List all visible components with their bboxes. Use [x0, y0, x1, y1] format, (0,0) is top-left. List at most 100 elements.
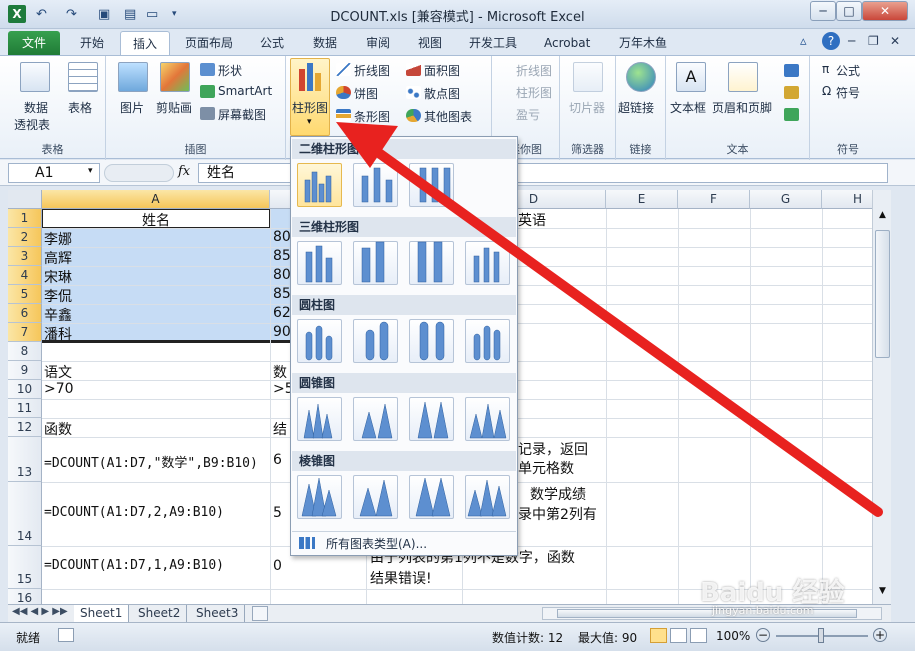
cell-d1[interactable]: 英语	[518, 210, 546, 230]
cell-a1[interactable]: 姓名	[42, 210, 270, 230]
doc-minimize-button[interactable]: ─	[848, 34, 855, 48]
symbol-label[interactable]: 符号	[836, 84, 860, 101]
chart-cylinder-3d-icon[interactable]	[465, 319, 510, 363]
chart-cone-stacked-icon[interactable]	[353, 397, 398, 441]
cell-b5[interactable]: 85	[273, 286, 291, 302]
row-header-6[interactable]: 6	[8, 304, 42, 323]
pivot-table-label[interactable]: 数据	[24, 99, 48, 116]
table-label[interactable]: 表格	[68, 99, 92, 116]
page-break-view-icon[interactable]	[690, 628, 707, 643]
close-button[interactable]: ✕	[862, 1, 908, 21]
area-chart-label[interactable]: 面积图	[424, 62, 460, 79]
row-header-3[interactable]: 3	[8, 247, 42, 266]
zoom-slider-thumb[interactable]	[818, 628, 824, 643]
chart-3d-column-icon[interactable]	[465, 241, 510, 285]
ribbon-minimize-icon[interactable]: ▵	[800, 34, 807, 49]
tab-wannian[interactable]: 万年木鱼	[607, 31, 679, 56]
screenshot-label[interactable]: 屏幕截图	[218, 106, 266, 123]
smartart-label[interactable]: SmartArt	[218, 84, 272, 98]
cell-a6[interactable]: 辛鑫	[44, 305, 72, 325]
cell-d14-line1[interactable]: 数学成绩	[530, 484, 586, 504]
cell-a13[interactable]: =DCOUNT(A1:D7,"数学",B9:B10)	[44, 452, 270, 471]
all-chart-types-link[interactable]: 所有图表类型(A)...	[292, 531, 516, 555]
chart-3d-clustered-column-icon[interactable]	[297, 241, 342, 285]
chart-pyramid-stacked-icon[interactable]	[353, 475, 398, 519]
row-header-10[interactable]: 10	[8, 380, 42, 399]
column-header-f[interactable]: F	[678, 190, 750, 209]
select-all-corner[interactable]	[8, 190, 42, 209]
header-footer-icon[interactable]	[728, 62, 758, 92]
chart-cone-3d-icon[interactable]	[465, 397, 510, 441]
doc-restore-button[interactable]: ❐	[868, 34, 879, 48]
pivot-table-label2[interactable]: 透视表	[14, 116, 50, 133]
scroll-up-icon[interactable]: ▲	[875, 210, 890, 226]
row-header-9[interactable]: 9	[8, 361, 42, 380]
help-icon[interactable]: ?	[822, 32, 840, 50]
scroll-thumb[interactable]	[875, 230, 890, 358]
pie-chart-label[interactable]: 饼图	[354, 85, 378, 102]
cell-a3[interactable]: 高辉	[44, 248, 72, 268]
zoom-out-icon[interactable]: −	[756, 628, 770, 642]
column-header-g[interactable]: G	[750, 190, 822, 209]
cell-d14-line2[interactable]: 录中第2列有	[518, 504, 597, 524]
hyperlink-icon[interactable]	[626, 62, 656, 92]
pivot-table-icon[interactable]	[20, 62, 50, 92]
shapes-label[interactable]: 形状	[218, 62, 242, 79]
sheet-tab-3[interactable]: Sheet3	[190, 605, 246, 622]
scatter-chart-icon[interactable]	[406, 86, 421, 99]
row-header-7[interactable]: 7	[8, 323, 42, 342]
sheet-tab-2[interactable]: Sheet2	[132, 605, 188, 622]
column-chart-button[interactable]: 柱形图 ▾	[290, 58, 330, 136]
row-header-2[interactable]: 2	[8, 228, 42, 247]
smartart-icon[interactable]	[200, 85, 215, 98]
cell-a9[interactable]: 语文	[44, 362, 72, 382]
cell-a12[interactable]: 函数	[44, 419, 72, 439]
line-chart-label[interactable]: 折线图	[354, 62, 390, 79]
textbox-label[interactable]: 文本框	[670, 99, 706, 116]
tab-view[interactable]: 视图	[406, 31, 454, 56]
tab-insert[interactable]: 插入	[120, 31, 171, 56]
cell-a5[interactable]: 李侃	[44, 286, 72, 306]
cell-a2[interactable]: 李娜	[44, 229, 72, 249]
insert-function-button[interactable]: fx	[178, 164, 190, 179]
row-header-15[interactable]: 15	[8, 546, 42, 589]
row-header-5[interactable]: 5	[8, 285, 42, 304]
maximize-button[interactable]: □	[836, 1, 862, 21]
zoom-in-icon[interactable]: +	[873, 628, 887, 642]
chart-2d-stacked-column-icon[interactable]	[353, 163, 398, 207]
cell-a4[interactable]: 宋琳	[44, 267, 72, 287]
row-header-13[interactable]: 13	[8, 437, 42, 482]
chart-2d-100-stacked-column-icon[interactable]	[409, 163, 454, 207]
row-header-8[interactable]: 8	[8, 342, 42, 361]
table-icon[interactable]	[68, 62, 98, 92]
cell-a10[interactable]: >70	[44, 381, 74, 397]
object-icon[interactable]	[784, 108, 799, 121]
screenshot-icon[interactable]	[200, 107, 215, 120]
hyperlink-label[interactable]: 超链接	[618, 99, 654, 116]
cell-d13-line2[interactable]: 单元格数	[518, 458, 574, 478]
symbol-icon[interactable]: Ω	[822, 84, 831, 98]
picture-icon[interactable]	[118, 62, 148, 92]
equation-label[interactable]: 公式	[836, 62, 860, 79]
clipart-icon[interactable]	[160, 62, 190, 92]
slicer-icon[interactable]	[573, 62, 603, 92]
sheet-tab-1[interactable]: Sheet1	[74, 605, 130, 622]
chart-3d-100-stacked-column-icon[interactable]	[409, 241, 454, 285]
chart-cylinder-stacked-icon[interactable]	[353, 319, 398, 363]
area-chart-icon[interactable]	[406, 63, 421, 76]
chart-cone-clustered-icon[interactable]	[297, 397, 342, 441]
row-header-4[interactable]: 4	[8, 266, 42, 285]
doc-close-button[interactable]: ✕	[890, 34, 900, 48]
tab-data[interactable]: 数据	[301, 31, 349, 56]
chart-2d-clustered-column-icon[interactable]	[297, 163, 342, 207]
bar-chart-icon[interactable]	[336, 109, 351, 122]
cell-d13-line1[interactable]: 记录，返回	[518, 439, 588, 459]
pie-chart-icon[interactable]	[336, 86, 351, 99]
row-header-11[interactable]: 11	[8, 399, 42, 418]
row-header-14[interactable]: 14	[8, 482, 42, 546]
minimize-button[interactable]: ─	[810, 1, 836, 21]
line-chart-icon[interactable]	[336, 63, 351, 76]
zoom-level[interactable]: 100%	[716, 629, 750, 643]
scatter-chart-label[interactable]: 散点图	[424, 85, 460, 102]
tab-acrobat[interactable]: Acrobat	[532, 31, 602, 56]
